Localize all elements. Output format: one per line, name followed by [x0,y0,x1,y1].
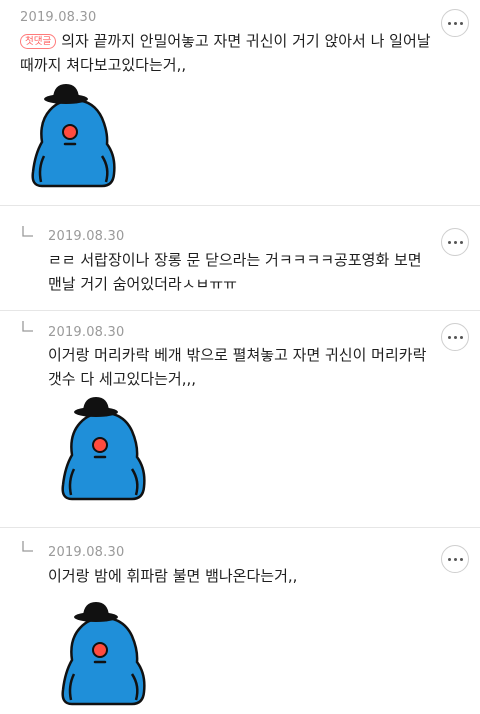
more-dots-icon [447,557,463,561]
comment-date: 2019.08.30 [20,10,97,25]
reply-1: 2019.08.30 ㄹㄹ 서랍장이나 장롱 문 닫으라는 거ㅋㅋㅋㅋ공포영화 … [0,206,480,310]
reply-2: 2019.08.30 이거랑 머리카락 베개 밖으로 펼쳐놓고 자면 귀신이 머… [0,311,480,527]
comment-date: 2019.08.30 [48,545,125,560]
more-dots-icon [447,21,463,25]
comment-date: 2019.08.30 [48,229,125,244]
reply-arrow-icon [22,541,33,552]
comment-date: 2019.08.30 [48,325,125,340]
comment-text: 이거랑 머리카락 베개 밖으로 펼쳐놓고 자면 귀신이 머리카락 갯수 다 세고… [48,346,427,388]
more-dots-icon [447,335,463,339]
reply-3: 2019.08.30 이거랑 밤에 휘파람 불면 뱀나온다는거,, [0,528,480,714]
more-dots-icon [447,240,463,244]
comment-text: 이거랑 밤에 휘파람 불면 뱀나온다는거,, [48,567,298,585]
comment-1: 2019.08.30 첫댓글 의자 끝까지 안밀어놓고 자면 귀신이 거기 앉아서… [0,0,480,205]
reply-arrow-icon [22,321,33,332]
comment-text: ㄹㄹ 서랍장이나 장롱 문 닫으라는 거ㅋㅋㅋㅋ공포영화 보면 맨날 거기 숨어… [48,251,422,293]
blue-character-sticker [61,602,146,706]
blue-character-sticker [31,84,116,188]
comment-text: 첫댓글 의자 끝까지 안밀어놓고 자면 귀신이 거기 앉아서 나 일어날 때까지 … [20,32,431,74]
first-comment-badge: 첫댓글 [20,34,57,49]
blue-character-sticker [61,397,146,501]
reply-arrow-icon [22,226,33,237]
